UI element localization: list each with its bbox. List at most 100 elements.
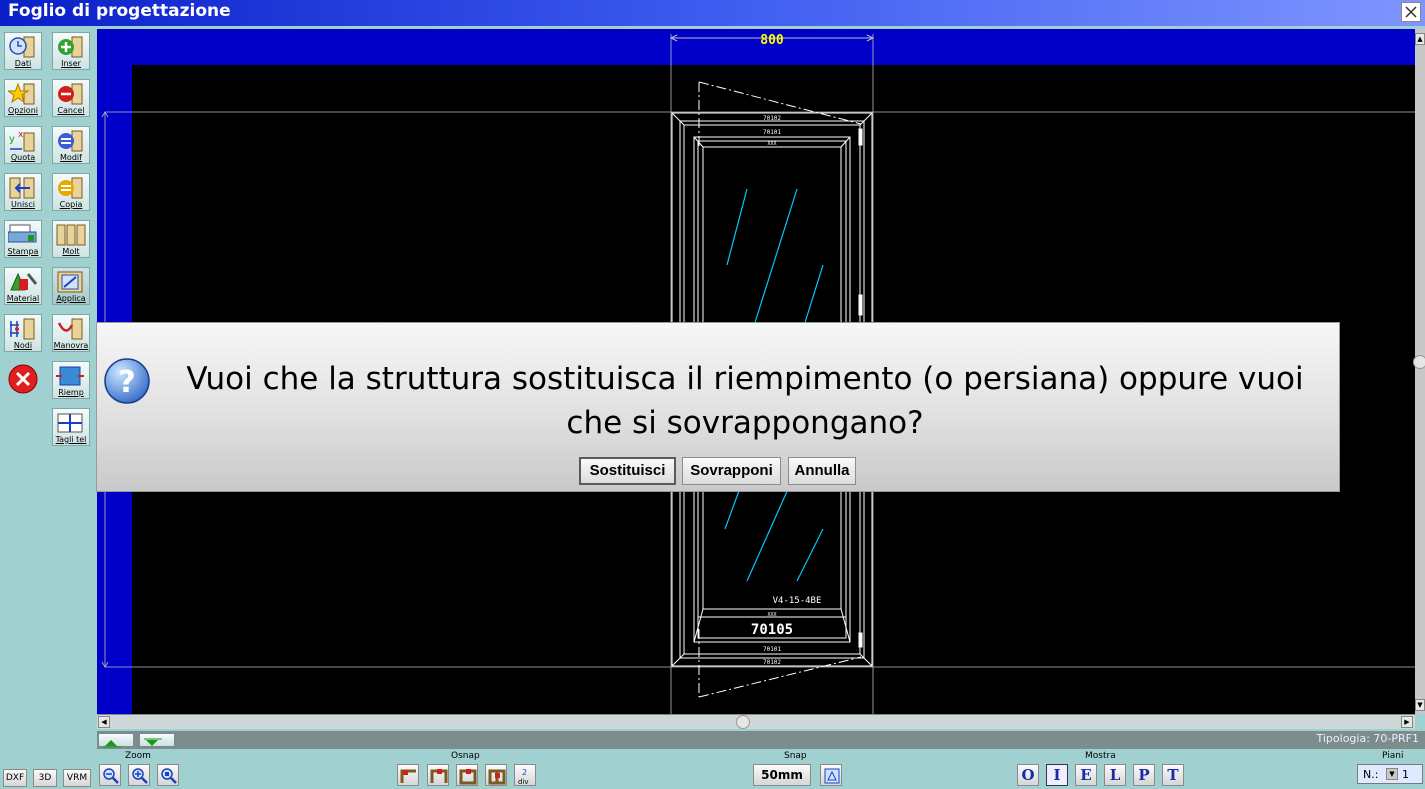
scroll-left-icon[interactable]: ◀: [98, 716, 110, 728]
snap-toggle-button[interactable]: [820, 764, 842, 786]
exit-icon: [8, 364, 38, 394]
sovrapponi-button[interactable]: Sovrapponi: [682, 457, 781, 485]
layer-up-button[interactable]: [98, 733, 134, 748]
svg-text:x: x: [18, 130, 24, 140]
piani-label: Piani: [1382, 751, 1404, 761]
zoom-fit-button[interactable]: [157, 764, 179, 786]
mostra-p-button[interactable]: P: [1133, 764, 1155, 786]
dati-button[interactable]: Dati: [4, 32, 42, 70]
sash-bottom-label: XXX: [767, 612, 776, 618]
opzioni-button[interactable]: Opzioni: [4, 79, 42, 117]
modif-button[interactable]: Modif: [52, 126, 90, 164]
mostra-t-button[interactable]: T: [1162, 764, 1184, 786]
riemp-button[interactable]: Riemp: [52, 361, 90, 399]
osnap-divide-icon: 2div: [518, 768, 529, 785]
question-icon: ?: [104, 358, 150, 404]
remove-icon: [58, 83, 83, 105]
zoom-in-button[interactable]: [128, 764, 150, 786]
layer-bar: Tipologia: 70-PRF1: [97, 731, 1425, 749]
bottom-bar: DXF 3D VRM Zoom Osnap 2 div Snap 50mm Mos…: [0, 749, 1425, 789]
clock-document-icon: [9, 36, 35, 58]
piani-n-label: N.:: [1363, 768, 1379, 781]
quota-button[interactable]: yx Quota: [4, 126, 42, 164]
copia-button[interactable]: Copia: [52, 173, 90, 211]
cancel-button[interactable]: Cancel: [52, 79, 90, 117]
annulla-button[interactable]: Annulla: [788, 457, 856, 485]
zoom-label: Zoom: [125, 751, 151, 761]
osnap-end-icon: [400, 769, 416, 783]
sostituisci-button[interactable]: Sostituisci: [579, 457, 676, 485]
mostra-o-button[interactable]: O: [1017, 764, 1039, 786]
osnap-center-button[interactable]: [456, 764, 478, 786]
osnap-mid-button[interactable]: [427, 764, 449, 786]
frame-top2-label: 70101: [763, 129, 781, 136]
star-icon: [8, 82, 35, 105]
frame-bottom2-label: 70101: [763, 646, 781, 653]
3d-button[interactable]: 3D: [33, 769, 57, 787]
chevron-down-icon[interactable]: ▼: [1386, 768, 1398, 780]
cut-frame-icon: [57, 413, 83, 433]
confirm-dialog: ? Vuoi che la struttura sostituisca il r…: [96, 322, 1340, 492]
snap-value[interactable]: 50mm: [753, 764, 811, 786]
piani-selector[interactable]: N.: ▼ 1: [1357, 764, 1423, 784]
mostra-l-button[interactable]: L: [1104, 764, 1126, 786]
scroll-up-icon[interactable]: ▲: [1415, 33, 1425, 45]
copy-icon: [58, 177, 83, 199]
osnap-node-icon: [488, 769, 506, 785]
exit-button[interactable]: [4, 361, 42, 399]
manovra-button[interactable]: Manovra: [52, 314, 90, 352]
left-toolbar: Dati Inser Opzioni Cancel yx Quota Modif…: [0, 26, 97, 726]
osnap-end-button[interactable]: [397, 764, 419, 786]
edit-icon: [58, 130, 83, 152]
zoom-out-button[interactable]: [99, 764, 121, 786]
mostra-i-button[interactable]: I: [1046, 764, 1068, 786]
panel-code-label: 70105: [751, 622, 793, 638]
scroll-down-icon[interactable]: ▼: [1415, 699, 1425, 711]
osnap-label: Osnap: [451, 751, 480, 761]
snap-label: Snap: [784, 751, 807, 761]
piani-value: 1: [1402, 768, 1409, 781]
svg-text:2: 2: [522, 768, 527, 777]
zoom-out-icon: [103, 768, 119, 784]
maneuver-icon: [57, 318, 83, 340]
horizontal-scrollbar[interactable]: ◀ ▶: [97, 714, 1415, 729]
osnap-node-button[interactable]: [485, 764, 507, 786]
title-bar: Foglio di progettazione: [0, 0, 1425, 26]
dxf-button[interactable]: DXF: [3, 769, 27, 787]
vertical-scroll-thumb[interactable]: [1413, 355, 1425, 369]
dimension-icon: yx: [9, 130, 35, 152]
window-title: Foglio di progettazione: [8, 1, 231, 21]
vrm-button[interactable]: VRM: [63, 769, 91, 787]
svg-text:div: div: [518, 778, 529, 785]
nodi-button[interactable]: Nodi: [4, 314, 42, 352]
material-icon: [10, 272, 38, 291]
osnap-center-icon: [459, 769, 477, 785]
sash-top-label: XXX: [767, 141, 776, 147]
svg-text:?: ?: [118, 365, 135, 400]
width-dimension: 800: [760, 33, 784, 48]
layer-up-icon: [103, 740, 121, 748]
svg-text:y: y: [9, 134, 15, 145]
layer-down-button[interactable]: [139, 733, 175, 747]
applica-button[interactable]: Applica: [52, 267, 90, 305]
material-button[interactable]: Material: [4, 267, 42, 305]
frame-top-label: 70102: [763, 115, 781, 122]
vertical-scrollbar[interactable]: ▲ ▼: [1413, 29, 1425, 714]
snap-grid-icon: [824, 768, 840, 784]
apply-icon: [57, 271, 83, 293]
multiply-icon: [56, 224, 86, 246]
add-icon: [58, 36, 83, 58]
scroll-right-icon[interactable]: ▶: [1401, 716, 1413, 728]
zoom-fit-icon: [161, 768, 177, 784]
nodes-icon: [10, 318, 35, 340]
horizontal-scroll-thumb[interactable]: [736, 715, 750, 729]
close-button[interactable]: [1401, 2, 1421, 22]
inser-button[interactable]: Inser: [52, 32, 90, 70]
mostra-label: Mostra: [1085, 751, 1116, 761]
tagli-tel-button[interactable]: Tagli tel: [52, 408, 90, 446]
mostra-e-button[interactable]: E: [1075, 764, 1097, 786]
unisci-button[interactable]: Unisci: [4, 173, 42, 211]
molt-button[interactable]: Molt: [52, 220, 90, 258]
osnap-div-button[interactable]: 2 div: [514, 764, 536, 786]
stampa-button[interactable]: Stampa: [4, 220, 42, 258]
